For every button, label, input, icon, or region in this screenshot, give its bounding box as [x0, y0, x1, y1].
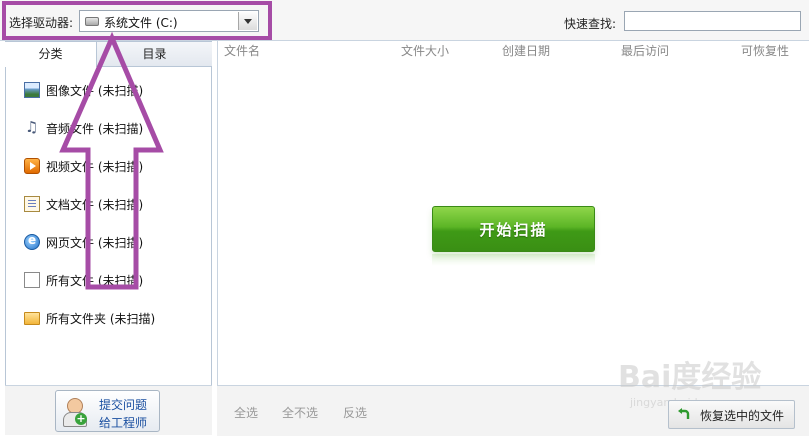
annotation-arrow-icon	[59, 31, 164, 290]
